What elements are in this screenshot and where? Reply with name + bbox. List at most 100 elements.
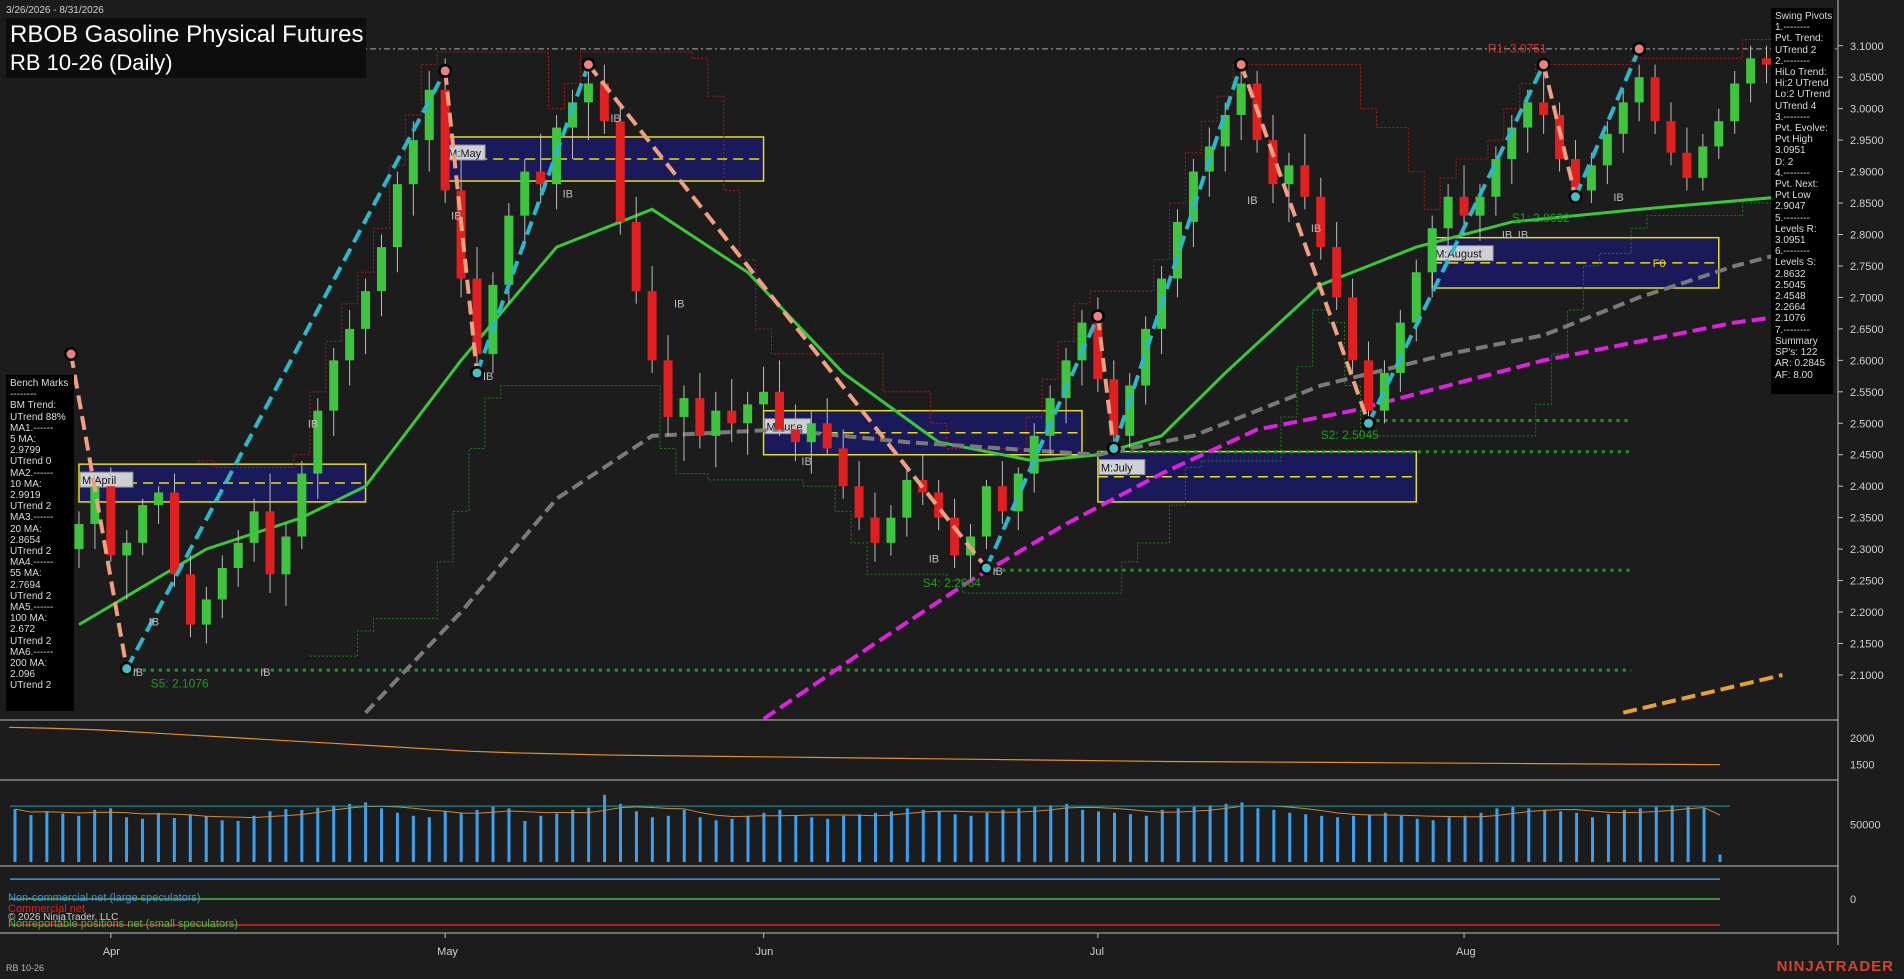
price-tick-label: 2.1000: [1850, 670, 1884, 682]
swing-pivots-line: 3.0951: [1775, 145, 1806, 157]
candle: [1586, 152, 1596, 204]
candle-body: [583, 83, 593, 103]
ninjatrader-logo: NINJATRADER: [1776, 958, 1894, 975]
pivot-marker-dot: [440, 66, 450, 76]
candle-body: [1459, 196, 1469, 216]
price-tick-label: 2.3000: [1850, 544, 1884, 556]
candle-body: [743, 404, 753, 424]
swing-line-down: [1541, 64, 1578, 198]
candle-body: [1475, 196, 1485, 216]
ib-label: IB: [1502, 230, 1512, 242]
candle: [185, 555, 195, 638]
swing-line-up: [475, 63, 591, 374]
candle: [392, 171, 402, 273]
price-tick-label: 2.9000: [1850, 167, 1884, 179]
ib-label: IB: [451, 211, 461, 223]
benchmarks-line: 20 MA:: [10, 523, 42, 535]
swing-pivots-line: HiLo Trend:: [1775, 67, 1827, 79]
candle: [1316, 177, 1326, 260]
benchmarks-line: UTrend 2: [10, 680, 52, 692]
candle: [711, 391, 721, 468]
pivot-marker-dot: [981, 563, 991, 573]
candle: [1172, 209, 1182, 298]
swing-pivots-line: 2.--------: [1775, 55, 1810, 67]
benchmarks-line: UTrend 2: [10, 546, 52, 558]
price-tick-label: 2.3500: [1850, 513, 1884, 525]
price-tick-label: 2.4000: [1850, 481, 1884, 493]
ib-label: IB: [149, 616, 159, 628]
candle: [918, 454, 928, 506]
cot-tick-label: 0: [1850, 894, 1856, 906]
open-interest-line: [8, 726, 1721, 766]
pivot-marker-low: [1568, 189, 1583, 204]
pivot-marker-low: [979, 560, 994, 575]
swing-pivots-line: Hi:2 UTrend: [1775, 78, 1829, 90]
swing-pivots-line: D: 2: [1775, 156, 1794, 168]
candle-body: [233, 542, 243, 568]
swing-pivots-line: Pvt Low: [1775, 190, 1811, 202]
swing-pivots-line: 2.9047: [1775, 201, 1806, 213]
candle-body: [822, 423, 832, 449]
candle: [854, 461, 864, 531]
benchmarks-line: UTrend 0: [10, 456, 52, 468]
ib-label: IB: [610, 113, 620, 125]
ib-label: IB: [1613, 192, 1623, 204]
swing-pivots-line: 4.--------: [1775, 167, 1810, 179]
candle-body: [1634, 77, 1644, 103]
ib-label: IB: [992, 566, 1002, 578]
candle-body: [1172, 221, 1182, 279]
level-label: R1: 3.0751: [1488, 42, 1547, 56]
price-chart[interactable]: 3.1000 3.0500 3.0000 2.9500 2.9000 2.8500 2.80…: [0, 0, 1904, 979]
candle-body: [249, 511, 259, 543]
monthly-zone-label: M:July: [1098, 459, 1146, 476]
candle-body: [997, 486, 1007, 512]
candle: [376, 234, 386, 317]
candle-body: [361, 291, 371, 329]
monthly-zone-box: [1097, 450, 1418, 503]
benchmarks-line: MA5.------: [10, 602, 54, 614]
time-tick-label: May: [437, 946, 458, 958]
candle-body: [1618, 102, 1628, 134]
candle-body: [902, 479, 912, 518]
candle: [408, 121, 418, 216]
candle: [902, 467, 912, 537]
candle-body: [1746, 58, 1756, 84]
swing-pivots-line: Pvt. Next:: [1775, 179, 1819, 191]
volume-bars: [13, 794, 1722, 862]
candle-body: [1284, 165, 1294, 185]
candle-body: [1364, 360, 1374, 411]
legend-nonreportable: Nonreportable positions net (small specu…: [8, 918, 238, 930]
candle: [1698, 133, 1708, 191]
ib-label: IB: [308, 418, 318, 430]
candle-body: [1125, 385, 1135, 436]
benchmarks-line: UTrend 2: [10, 501, 52, 513]
fo-label: F0: [1653, 258, 1666, 270]
candle-body: [1698, 146, 1708, 178]
candle: [201, 586, 211, 644]
candle-body: [297, 473, 307, 537]
candle: [1332, 221, 1342, 311]
candle: [74, 511, 84, 568]
candle: [695, 372, 705, 449]
benchmarks-line: MA4.------: [10, 557, 54, 569]
candle-body: [1714, 121, 1724, 147]
swing-pivots-line: Pvt. Trend:: [1775, 33, 1824, 45]
pivot-marker-low: [119, 661, 134, 676]
level-label: S4: 2.2664: [923, 576, 981, 590]
candle-body: [1411, 272, 1421, 323]
time-tick-label: Apr: [103, 946, 120, 958]
candle: [886, 505, 896, 556]
swing-pivots-line: 3.--------: [1775, 111, 1810, 123]
candle-body: [727, 410, 737, 424]
ib-label: IB: [929, 554, 939, 566]
open-interest-tick-label: 1500: [1850, 760, 1874, 772]
candle: [1300, 133, 1310, 210]
price-tick-label: 2.9500: [1850, 135, 1884, 147]
swing-pivots-line: Lo:2 UTrend: [1775, 89, 1831, 101]
swing-pivots-line: Pvt High: [1775, 134, 1813, 146]
candle: [870, 492, 880, 562]
monthly-zone-label-text: M:July: [1101, 463, 1133, 475]
swing-pivots-line: 2.5045: [1775, 279, 1806, 291]
price-tick-label: 2.8500: [1850, 198, 1884, 210]
candle: [934, 479, 944, 531]
